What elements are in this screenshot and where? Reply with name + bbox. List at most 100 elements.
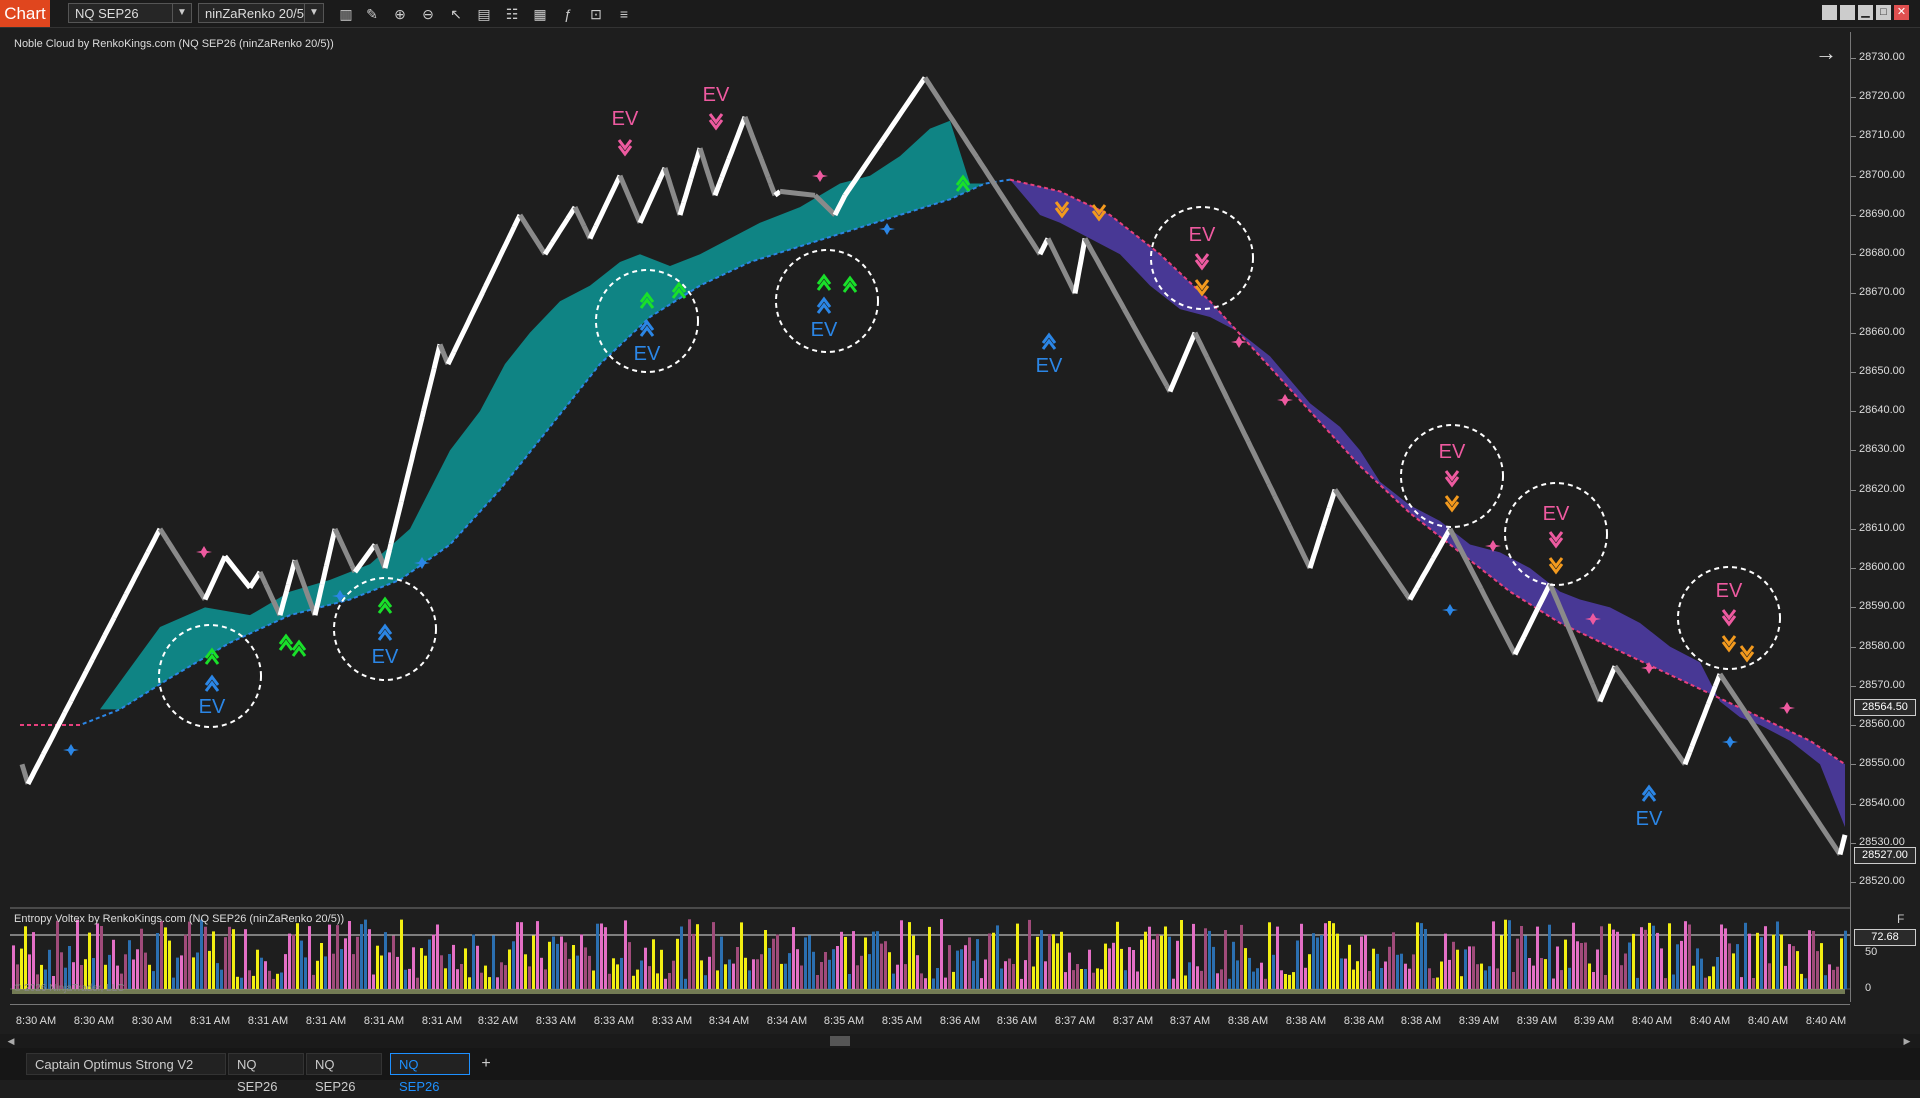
time-tick-label: 8:30 AM <box>15 1015 57 1027</box>
down-arrow-icon <box>1721 609 1737 627</box>
indicator-bar <box>1168 936 1171 989</box>
down-bricks <box>572 206 593 240</box>
indicator-bar <box>724 964 727 989</box>
indicator-bar <box>1576 941 1579 989</box>
indicator-bar <box>1580 943 1583 989</box>
indicator-bar <box>1404 963 1407 989</box>
indicator-bar <box>800 965 803 989</box>
indicator-bar <box>228 926 231 989</box>
price-tick-label: 28560.00 <box>1859 718 1905 731</box>
add-tab-button[interactable]: + <box>476 1053 496 1075</box>
scroll-thumb[interactable] <box>830 1036 850 1046</box>
indicator-bar <box>1352 969 1355 989</box>
time-tick-label: 8:33 AM <box>651 1015 693 1027</box>
indicator-bar <box>1260 962 1263 989</box>
indicator-bar <box>272 978 275 989</box>
down-bricks <box>1447 527 1518 656</box>
price-tick-label: 28690.00 <box>1859 207 1905 220</box>
indicator-bar <box>1320 935 1323 989</box>
indicator-bar <box>276 973 279 989</box>
indicator-bar <box>760 954 763 989</box>
indicator-bar <box>1264 978 1267 989</box>
star-icon <box>1442 604 1458 616</box>
indicator-bar <box>1328 921 1331 989</box>
indicator-bar <box>332 953 335 989</box>
indicator-bar <box>524 954 527 989</box>
axis-tick <box>1851 58 1856 59</box>
up-bricks <box>1837 834 1848 856</box>
indicator-bar <box>1528 958 1531 989</box>
indicator-bar <box>684 978 687 989</box>
indicator-bar <box>1504 919 1507 989</box>
time-tick-label: 8:34 AM <box>708 1015 750 1027</box>
indicator-bar <box>220 969 223 989</box>
time-tick-label: 8:39 AM <box>1516 1015 1558 1027</box>
down-arrow-icon <box>1739 645 1755 663</box>
indicator-bar <box>1008 958 1011 989</box>
indicator-bar <box>1824 975 1827 989</box>
indicator-bar <box>380 955 383 989</box>
indicator-bar <box>1748 933 1751 989</box>
indicator-bar <box>472 934 475 989</box>
up-bricks <box>202 555 228 601</box>
time-tick-label: 8:40 AM <box>1689 1015 1731 1027</box>
up-arrow-icon <box>204 674 220 692</box>
indicator-bar <box>492 935 495 989</box>
indicator-bar <box>1644 929 1647 989</box>
indicator-bar <box>580 934 583 989</box>
indicator-baseline <box>12 989 1845 994</box>
horizontal-scrollbar[interactable]: ◀ ▶ <box>0 1034 1920 1048</box>
price-tick-label: 28680.00 <box>1859 247 1905 260</box>
indicator-bar <box>1712 966 1715 989</box>
indicator-bar <box>668 973 671 989</box>
up-bricks <box>1072 238 1088 294</box>
time-tick-label: 8:37 AM <box>1112 1015 1154 1027</box>
tab-nq-2[interactable]: NQ SEP26 <box>306 1053 382 1094</box>
indicator-bar <box>808 935 811 989</box>
indicator-bar <box>232 929 235 989</box>
indicator-tick-label: 0 <box>1865 982 1872 994</box>
tab-nq-active[interactable]: NQ SEP26 <box>390 1053 470 1094</box>
indicator-bar <box>260 957 263 989</box>
arrow-right-icon[interactable]: → <box>1815 40 1837 66</box>
indicator-bar <box>700 960 703 989</box>
time-tick-label: 8:36 AM <box>939 1015 981 1027</box>
indicator-bar <box>896 964 899 989</box>
indicator-bar <box>1520 926 1523 989</box>
indicator-bar <box>168 940 171 989</box>
price-tick-label: 28710.00 <box>1859 129 1905 142</box>
indicator-bar <box>460 964 463 989</box>
ev-label: EV <box>1543 503 1570 525</box>
axis-tick <box>1851 450 1856 452</box>
indicator-bar <box>564 942 567 989</box>
tab-captain-optimus[interactable]: Captain Optimus Strong V2 <box>26 1053 226 1075</box>
indicator-bar <box>1792 946 1795 989</box>
indicator-bar <box>536 921 539 989</box>
indicator-bar <box>484 965 487 989</box>
indicator-value-marker: 72.68 <box>1854 929 1916 946</box>
scroll-left-icon[interactable]: ◀ <box>4 1034 18 1048</box>
indicator-bar <box>1636 977 1639 989</box>
indicator-bar <box>1372 948 1375 989</box>
price-axis[interactable]: 28730.00 28720.00 28710.00 28700.00 28690.00… <box>1850 32 1920 1002</box>
indicator-bar <box>100 926 103 989</box>
time-tick-label: 8:35 AM <box>881 1015 923 1027</box>
indicator-bar <box>476 945 479 989</box>
up-arrow-icon <box>291 639 307 657</box>
time-tick-label: 8:38 AM <box>1227 1015 1269 1027</box>
price-tick-label: 28550.00 <box>1859 757 1905 770</box>
indicator-bar <box>1564 939 1567 989</box>
indicator-bar <box>680 926 683 989</box>
indicator-bar <box>912 935 915 989</box>
indicator-bar <box>1144 931 1147 989</box>
price-tick-label: 28610.00 <box>1859 521 1905 534</box>
indicator-bar <box>1700 958 1703 989</box>
indicator-bar <box>1408 968 1411 989</box>
price-tick-label: 28700.00 <box>1859 168 1905 181</box>
indicator-bar <box>600 923 603 989</box>
time-axis[interactable]: 8:30 AM 8:30 AM 8:30 AM 8:31 AM 8:31 AM 8:31 … <box>10 1004 1850 1035</box>
tab-nq-1[interactable]: NQ SEP26 <box>228 1053 304 1094</box>
scroll-right-icon[interactable]: ▶ <box>1900 1034 1914 1048</box>
indicator-bar <box>748 970 751 989</box>
indicator-bar <box>812 951 815 989</box>
